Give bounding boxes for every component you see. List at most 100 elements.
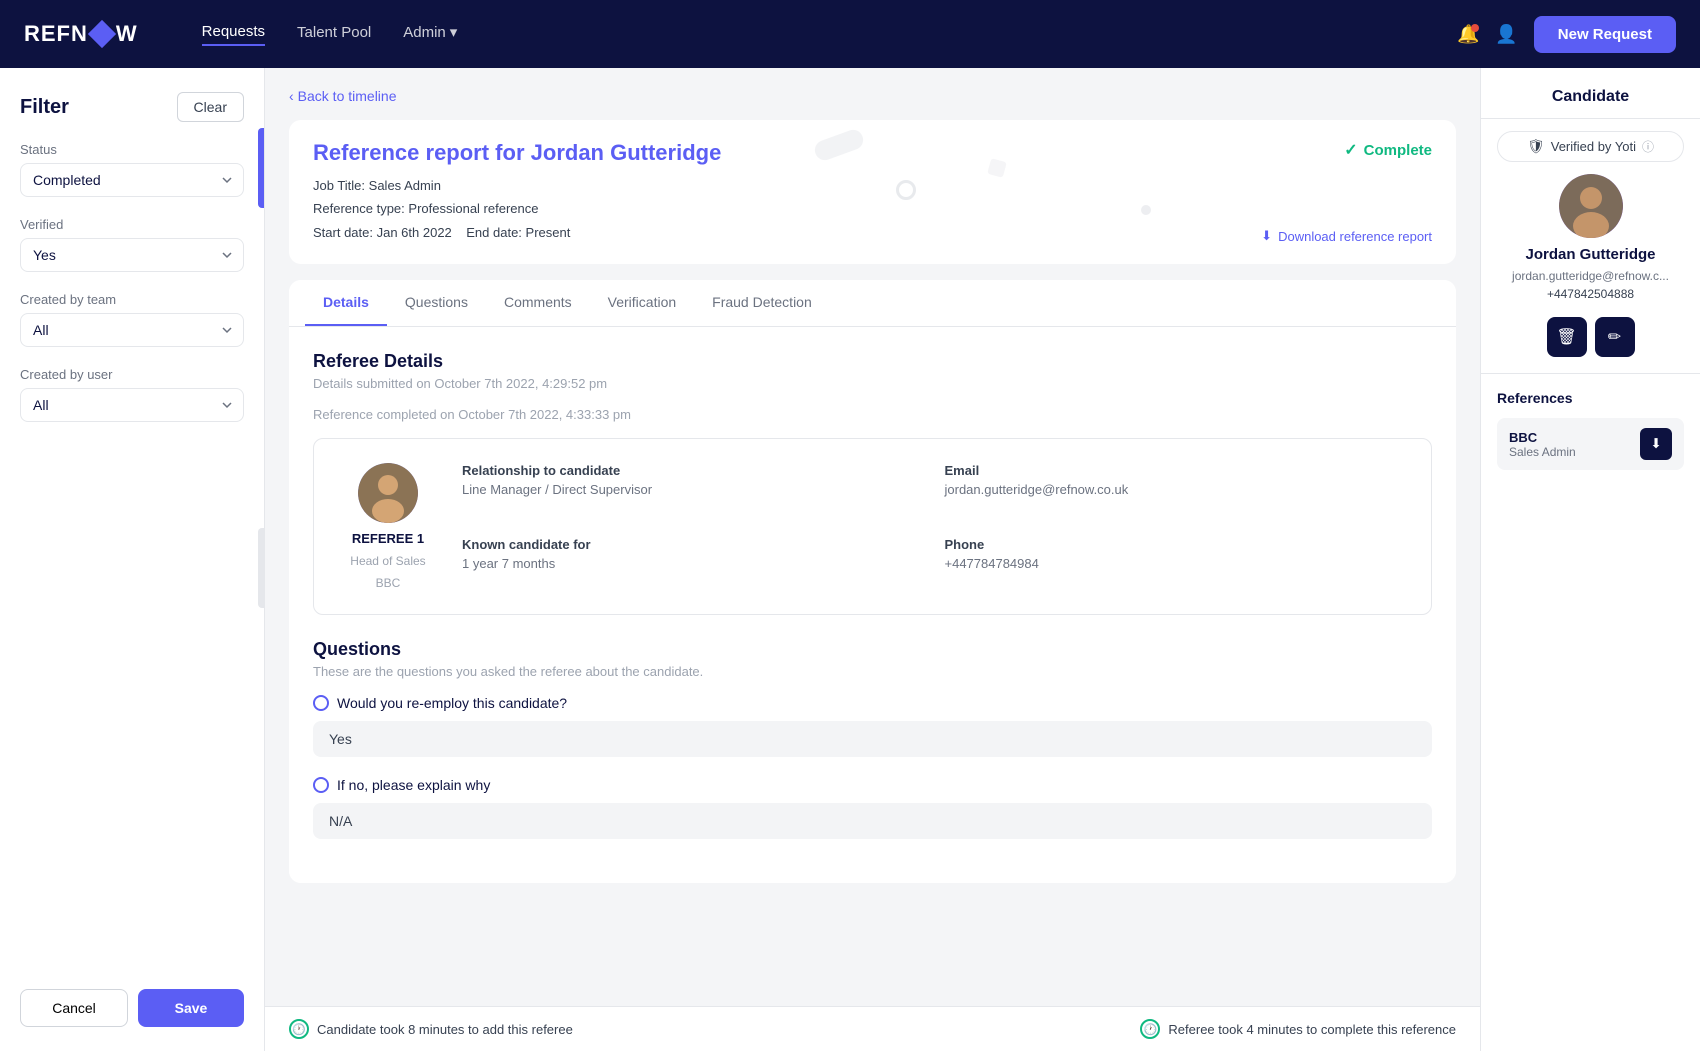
decorative-blob-4 — [1141, 205, 1151, 215]
tab-bar: Details Questions Comments Verification … — [289, 280, 1456, 327]
clock-icon-2: 🕐 — [1140, 1019, 1160, 1039]
nav-requests[interactable]: Requests — [202, 23, 265, 46]
referee-details-title: Referee Details — [313, 351, 1432, 372]
save-button[interactable]: Save — [138, 989, 244, 1027]
notification-dot — [1471, 24, 1479, 32]
clock-icon-1: 🕐 — [289, 1019, 309, 1039]
known-value: 1 year 7 months — [462, 556, 925, 571]
phone-group: Phone +447784784984 — [945, 537, 1408, 591]
candidate-avatar — [1559, 174, 1623, 238]
nav-links: Requests Talent Pool Admin ▾ — [202, 23, 1417, 46]
download-link[interactable]: ⬇ Download reference report — [1261, 228, 1432, 244]
questions-title: Questions — [313, 639, 1432, 660]
status-select[interactable]: Completed All Pending In Progress — [20, 163, 244, 197]
clear-button[interactable]: Clear — [177, 92, 244, 122]
phone-value: +447784784984 — [945, 556, 1408, 571]
created-by-user-select[interactable]: All — [20, 388, 244, 422]
verified-label: Verified — [20, 217, 244, 232]
status-filter: Status Completed All Pending In Progress — [20, 142, 244, 197]
candidate-email: jordan.gutteridge@refnow.c... — [1481, 269, 1700, 283]
verified-filter: Verified Yes All No — [20, 217, 244, 272]
referee-company: BBC — [376, 576, 401, 590]
relationship-group: Relationship to candidate Line Manager /… — [462, 463, 925, 517]
tab-details[interactable]: Details — [305, 280, 387, 326]
sidebar-accent — [258, 128, 264, 208]
reference-item: BBC Sales Admin ⬇ — [1497, 418, 1684, 470]
email-label: Email — [945, 463, 1408, 478]
referee-card: REFEREE 1 Head of Sales BBC Relationship… — [313, 438, 1432, 615]
filter-title: Filter — [20, 96, 69, 119]
navbar: REFNW Requests Talent Pool Admin ▾ 🔔 👤 N… — [0, 0, 1700, 68]
email-group: Email jordan.gutteridge@refnow.co.uk — [945, 463, 1408, 517]
candidate-panel-title: Candidate — [1481, 68, 1700, 119]
nav-admin[interactable]: Admin ▾ — [403, 23, 457, 46]
info-icon: ⓘ — [1642, 138, 1654, 155]
main-content: ‹ Back to timeline ✓ Complete Reference … — [265, 68, 1480, 1051]
candidate-actions: 🗑 ✏ — [1481, 317, 1700, 357]
created-by-user-label: Created by user — [20, 367, 244, 382]
profile-button[interactable]: 👤 — [1495, 24, 1517, 45]
filter-header: Filter Clear — [20, 92, 244, 122]
content-card: Referee Details Details submitted on Oct… — [289, 327, 1456, 883]
tab-questions[interactable]: Questions — [387, 280, 486, 326]
reference-company: BBC — [1509, 430, 1576, 445]
logo: REFNW — [24, 21, 138, 47]
tab-fraud-detection[interactable]: Fraud Detection — [694, 280, 830, 326]
tab-comments[interactable]: Comments — [486, 280, 590, 326]
back-arrow-icon: ‹ — [289, 88, 294, 104]
submitted-date: Details submitted on October 7th 2022, 4… — [313, 376, 1432, 391]
completed-date: Reference completed on October 7th 2022,… — [313, 407, 1432, 422]
bottom-bar: 🕐 Candidate took 8 minutes to add this r… — [265, 1006, 1480, 1051]
layout: Filter Clear Status Completed All Pendin… — [0, 68, 1700, 1051]
email-value: jordan.gutteridge@refnow.co.uk — [945, 482, 1408, 497]
reference-role: Sales Admin — [1509, 445, 1576, 459]
download-icon: ⬇ — [1261, 228, 1272, 244]
created-by-team-select[interactable]: All — [20, 313, 244, 347]
report-title: Reference report for Jordan Gutteridge — [313, 140, 1432, 166]
job-title-line: Job Title: Sales Admin — [313, 174, 1432, 197]
nav-talent-pool[interactable]: Talent Pool — [297, 23, 371, 46]
nav-right: 🔔 👤 New Request — [1457, 16, 1676, 53]
question-circle-1 — [313, 695, 329, 711]
known-group: Known candidate for 1 year 7 months — [462, 537, 925, 591]
cancel-button[interactable]: Cancel — [20, 989, 128, 1027]
phone-label: Phone — [945, 537, 1408, 552]
references-title: References — [1497, 390, 1684, 406]
verified-badge: 🛡 Verified by Yoti ⓘ — [1497, 131, 1684, 162]
tab-verification[interactable]: Verification — [590, 280, 694, 326]
complete-badge: ✓ Complete — [1344, 140, 1432, 160]
candidate-name: Jordan Gutteridge — [1481, 246, 1700, 263]
question-circle-2 — [313, 777, 329, 793]
right-panel: Candidate 🛡 Verified by Yoti ⓘ Jordan Gu… — [1480, 68, 1700, 1051]
references-section: References BBC Sales Admin ⬇ — [1481, 373, 1700, 486]
referee-name: REFEREE 1 — [352, 531, 424, 546]
created-by-team-label: Created by team — [20, 292, 244, 307]
question-item-2: If no, please explain why N/A — [313, 777, 1432, 839]
report-header: ✓ Complete Reference report for Jordan G… — [289, 120, 1456, 264]
questions-subtitle: These are the questions you asked the re… — [313, 664, 1432, 679]
referee-info-grid: Relationship to candidate Line Manager /… — [462, 463, 1407, 590]
status-label: Status — [20, 142, 244, 157]
created-by-user-filter: Created by user All — [20, 367, 244, 422]
download-reference-button[interactable]: ⬇ — [1640, 428, 1672, 460]
verified-select[interactable]: Yes All No — [20, 238, 244, 272]
question-answer-2: N/A — [313, 803, 1432, 839]
delete-candidate-button[interactable]: 🗑 — [1547, 317, 1587, 357]
stat-2: 🕐 Referee took 4 minutes to complete thi… — [1140, 1019, 1456, 1039]
sidebar-actions: Cancel Save — [20, 969, 244, 1027]
sidebar-accent2 — [258, 528, 264, 608]
question-answer-1: Yes — [313, 721, 1432, 757]
verified-icon: 🛡 — [1527, 138, 1545, 155]
back-link[interactable]: ‹ Back to timeline — [289, 88, 1456, 104]
known-label: Known candidate for — [462, 537, 925, 552]
chevron-down-icon: ▾ — [450, 23, 458, 41]
question-label-2: If no, please explain why — [313, 777, 1432, 793]
referee-avatar — [358, 463, 418, 523]
created-by-team-filter: Created by team All — [20, 292, 244, 347]
edit-candidate-button[interactable]: ✏ — [1595, 317, 1635, 357]
question-label-1: Would you re-employ this candidate? — [313, 695, 1432, 711]
notifications-button[interactable]: 🔔 — [1457, 24, 1479, 45]
referee-left: REFEREE 1 Head of Sales BBC — [338, 463, 438, 590]
new-request-button[interactable]: New Request — [1534, 16, 1676, 53]
reference-type-line: Reference type: Professional reference — [313, 197, 1432, 220]
